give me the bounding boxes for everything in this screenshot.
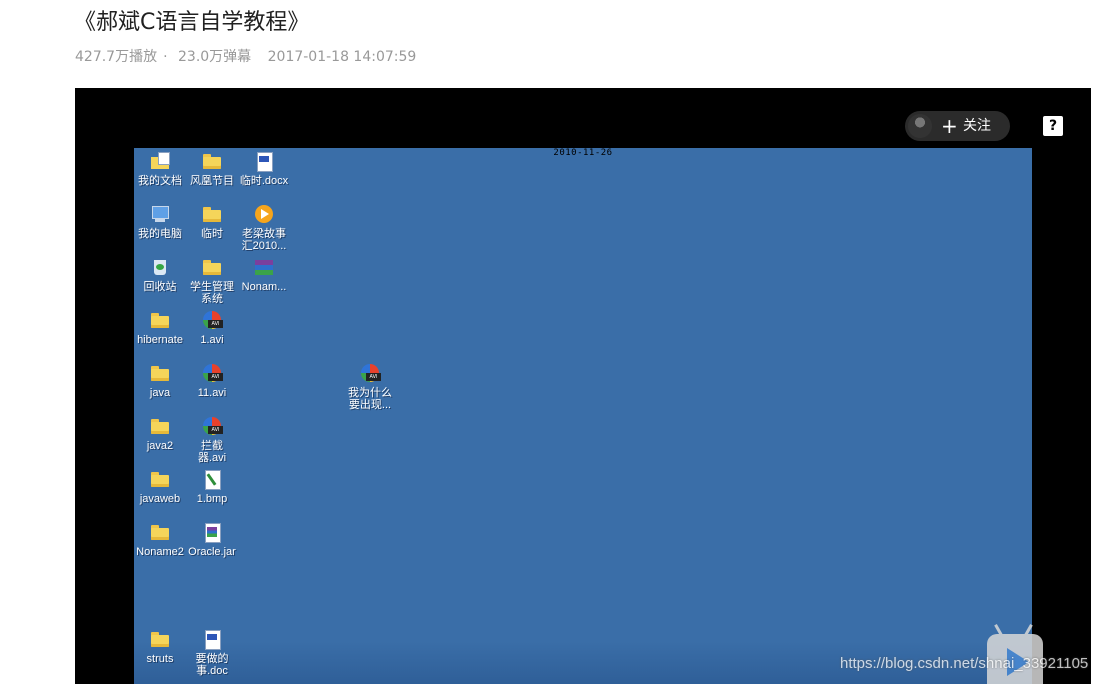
rar-archive-icon	[253, 257, 275, 277]
help-icon[interactable]: ?	[1043, 116, 1063, 136]
desktop-icon-docx[interactable]: 临时.docx	[239, 151, 289, 187]
avatar	[908, 114, 932, 138]
desktop-icon-bmp[interactable]: 1.bmp	[187, 469, 237, 505]
meta-separator: ·	[163, 49, 168, 65]
follow-label: 关注	[963, 118, 991, 134]
desktop-icon-folder[interactable]: 学生管理系统	[187, 257, 237, 305]
media-player-icon	[253, 204, 275, 224]
bitmap-image-icon	[201, 469, 223, 490]
desktop-icon-recycle-bin[interactable]: 回收站	[135, 257, 185, 293]
play-count: 427.7万播放	[75, 49, 158, 65]
folder-icon	[201, 151, 223, 171]
desktop-icon-avi[interactable]: AVI 11.avi	[187, 363, 237, 399]
desktop-icon-folder[interactable]: javaweb	[135, 469, 185, 505]
desktop-icon-avi[interactable]: AVI 1.avi	[187, 310, 237, 346]
watermark: https://blog.csdn.net/shnai_33921105	[840, 655, 1089, 672]
desktop-icon-folder[interactable]: hibernate	[135, 310, 185, 346]
desktop-icon-folder[interactable]: java2	[135, 416, 185, 452]
desktop-icon-my-computer[interactable]: 我的电脑	[135, 204, 185, 240]
avi-video-icon: AVI	[201, 416, 223, 436]
desktop-icon-jar[interactable]: Oracle.jar	[187, 522, 237, 558]
desktop-icon-doc[interactable]: 要做的事.doc	[187, 629, 237, 677]
desktop-icon-folder[interactable]: 风凰节目	[187, 151, 237, 187]
video-player[interactable]: 2010-11-26 我的文档 风凰节目 临时.docx 我的电脑 临时 老梁故…	[75, 88, 1091, 684]
word-document-icon	[201, 629, 223, 650]
avi-video-icon: AVI	[359, 363, 381, 383]
plus-icon: +	[941, 114, 958, 138]
folder-icon	[149, 416, 171, 436]
my-computer-icon	[149, 204, 171, 224]
desktop-icon-folder[interactable]: struts	[135, 629, 185, 665]
danmaku-count: 23.0万弹幕	[178, 49, 252, 65]
my-documents-icon	[149, 151, 171, 171]
video-meta: 427.7万播放 · 23.0万弹幕 2017-01-18 14:07:59	[75, 46, 422, 66]
avi-video-icon: AVI	[201, 310, 223, 330]
follow-button[interactable]: + 关注	[905, 111, 1010, 141]
folder-icon	[149, 629, 171, 649]
desktop-icon-my-documents[interactable]: 我的文档	[135, 151, 185, 187]
video-title: 《郝斌C语言自学教程》	[74, 10, 310, 35]
desktop-icon-avi[interactable]: AVI 我为什么要出现...	[345, 363, 395, 411]
upload-timestamp: 2017-01-18 14:07:59	[267, 49, 417, 65]
desktop-screen: 2010-11-26 我的文档 风凰节目 临时.docx 我的电脑 临时 老梁故…	[134, 148, 1032, 684]
jar-archive-icon	[201, 522, 223, 543]
desktop-icon-folder[interactable]: java	[135, 363, 185, 399]
folder-icon	[149, 469, 171, 489]
folder-icon	[201, 204, 223, 224]
folder-icon	[149, 363, 171, 383]
desktop-icon-folder[interactable]: 临时	[187, 204, 237, 240]
folder-icon	[149, 310, 171, 330]
avi-video-icon: AVI	[201, 363, 223, 383]
desktop-icon-rar[interactable]: Nonam...	[239, 257, 289, 293]
folder-icon	[149, 522, 171, 542]
recycle-bin-icon	[149, 257, 171, 277]
desktop-icon-folder[interactable]: Noname2	[135, 522, 185, 558]
word-document-icon	[253, 151, 275, 172]
folder-icon	[201, 257, 223, 277]
desktop-icon-avi[interactable]: AVI 拦截器.avi	[187, 416, 237, 464]
desktop-icon-media[interactable]: 老梁故事汇2010...	[239, 204, 289, 252]
